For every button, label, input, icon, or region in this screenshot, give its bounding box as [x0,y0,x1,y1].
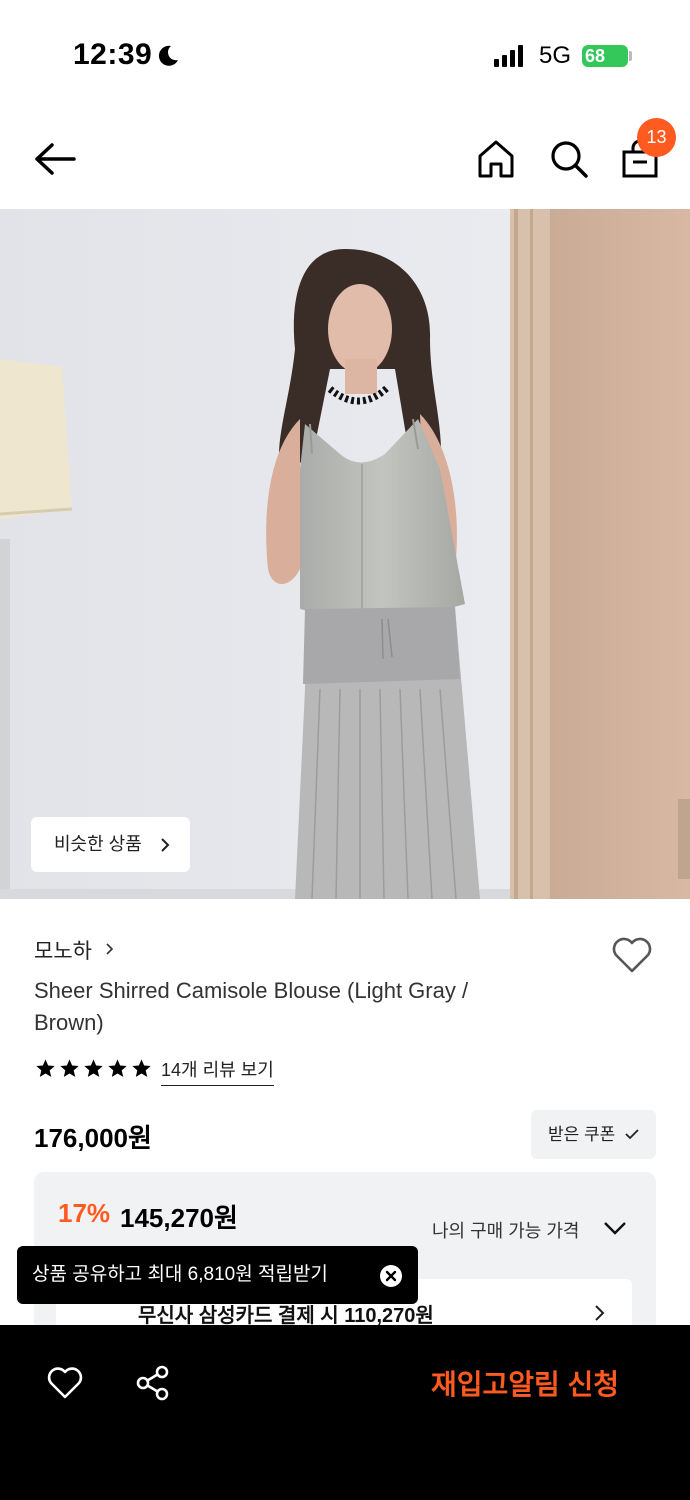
share-reward-toast: 상품 공유하고 최대 6,810원 적립받기 [17,1246,418,1304]
my-price-toggle[interactable]: 나의 구매 가능 가격 [432,1217,579,1243]
heart-outline-icon[interactable] [611,936,653,974]
network-type: 5G [539,42,572,69]
signal-icon [494,45,523,67]
app-header [0,110,690,208]
status-time: 12:39 [73,38,153,71]
battery-cap [629,51,632,61]
product-photo [0,209,690,899]
chevron-down-icon[interactable] [603,1220,627,1236]
star-icon [132,1059,151,1077]
battery-icon: 68 [582,45,628,67]
star-icon [60,1059,79,1077]
bottom-action-bar [0,1325,690,1500]
checkmark-icon [625,1129,639,1140]
coupon-label: 받은 쿠폰 [548,1125,616,1144]
chevron-right-icon [161,838,170,852]
status-bar: 12:39 5G 68 [0,0,690,110]
star-icon [84,1059,103,1077]
discount-rate: 17% [58,1198,111,1228]
share-icon[interactable] [136,1365,170,1401]
similar-products-label: 비슷한 상품 [54,834,142,854]
product-title: Sheer Shirred Camisole Blouse (Light Gra… [34,978,469,1035]
brand-name[interactable]: 모노하 [34,935,92,965]
battery-level: 68 [585,46,606,66]
received-coupon-button[interactable]: 받은 쿠폰 [531,1110,656,1159]
search-icon[interactable] [548,138,590,180]
similar-products-button[interactable]: 비슷한 상품 [31,817,190,872]
heart-icon[interactable] [47,1366,83,1400]
chevron-right-icon [106,943,114,955]
original-price: 176,000원 [34,1123,152,1153]
star-icon [108,1059,127,1077]
discount-price: 145,270원 [120,1203,238,1233]
chevron-right-icon [595,1305,605,1321]
toast-text: 상품 공유하고 최대 6,810원 적립받기 [32,1264,328,1285]
restock-alert-button[interactable]: 재입고알림 신청 [400,1360,650,1410]
product-image[interactable] [0,209,690,899]
moon-icon [158,45,178,66]
home-icon[interactable] [476,138,516,180]
star-icon [36,1059,55,1077]
close-icon[interactable] [380,1265,402,1287]
rating-stars [35,1058,152,1079]
cart-count-badge: 13 [637,118,676,157]
arrow-left-icon[interactable] [32,138,78,180]
review-link[interactable]: 14개 리뷰 보기 [161,1056,274,1086]
